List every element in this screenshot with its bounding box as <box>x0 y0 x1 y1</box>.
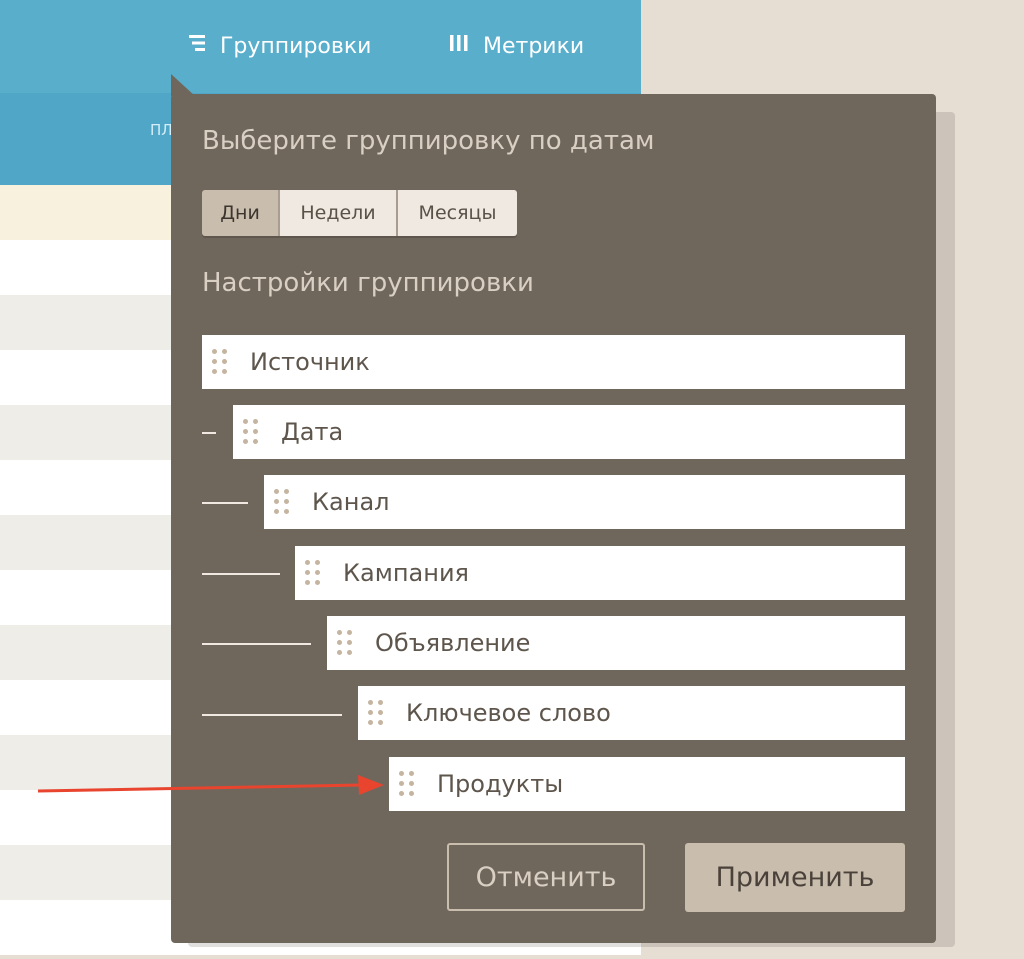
tab-metrics-label: Метрики <box>483 33 585 59</box>
drag-handle-icon[interactable] <box>274 489 290 515</box>
grouping-item-label: Источник <box>250 348 370 376</box>
grouping-settings-title: Настройки группировки <box>202 268 534 298</box>
grouping-item-label: Дата <box>281 418 344 446</box>
drag-handle-icon[interactable] <box>337 630 353 656</box>
drag-handle-icon[interactable] <box>212 349 228 375</box>
cancel-button[interactable]: Отменить <box>447 843 645 911</box>
drag-handle-icon[interactable] <box>305 560 321 586</box>
drag-handle-icon[interactable] <box>368 700 384 726</box>
indent-line <box>202 573 280 575</box>
tab-groupings[interactable]: Группировки <box>188 30 371 62</box>
grouping-item-ad[interactable]: Объявление <box>327 616 905 670</box>
grouping-item-channel[interactable]: Канал <box>264 475 905 529</box>
grouping-item-source[interactable]: Источник <box>202 335 905 389</box>
indent-line <box>202 643 311 645</box>
date-grouping-title: Выберите группировку по датам <box>202 126 655 156</box>
indent-line <box>202 502 248 504</box>
indent-line <box>202 714 342 716</box>
date-option-weeks[interactable]: Недели <box>280 190 398 236</box>
grouping-item-label: Ключевое слово <box>406 699 611 727</box>
drag-handle-icon[interactable] <box>243 419 259 445</box>
indent-line <box>202 432 216 434</box>
columns-icon <box>449 33 471 59</box>
tab-groupings-label: Группировки <box>220 33 372 59</box>
list-lines-icon <box>188 33 208 59</box>
grouping-item-campaign[interactable]: Кампания <box>295 546 905 600</box>
grouping-item-label: Продукты <box>437 770 564 798</box>
drag-handle-icon[interactable] <box>399 771 415 797</box>
date-option-days[interactable]: Дни <box>202 190 280 236</box>
date-grouping-selector: Дни Недели Месяцы <box>202 190 517 236</box>
apply-button[interactable]: Применить <box>685 843 905 912</box>
grouping-item-label: Объявление <box>375 629 531 657</box>
tab-metrics[interactable]: Метрики <box>449 30 584 62</box>
date-option-months[interactable]: Месяцы <box>398 190 517 236</box>
grouping-item-label: Кампания <box>343 559 469 587</box>
grouping-item-products[interactable]: Продукты <box>389 757 905 811</box>
popup-caret <box>171 74 195 96</box>
sub-header-text: ПЛ <box>150 121 173 139</box>
grouping-item-date[interactable]: Дата <box>233 405 905 459</box>
grouping-item-label: Канал <box>312 488 390 516</box>
grouping-item-keyword[interactable]: Ключевое слово <box>358 686 905 740</box>
